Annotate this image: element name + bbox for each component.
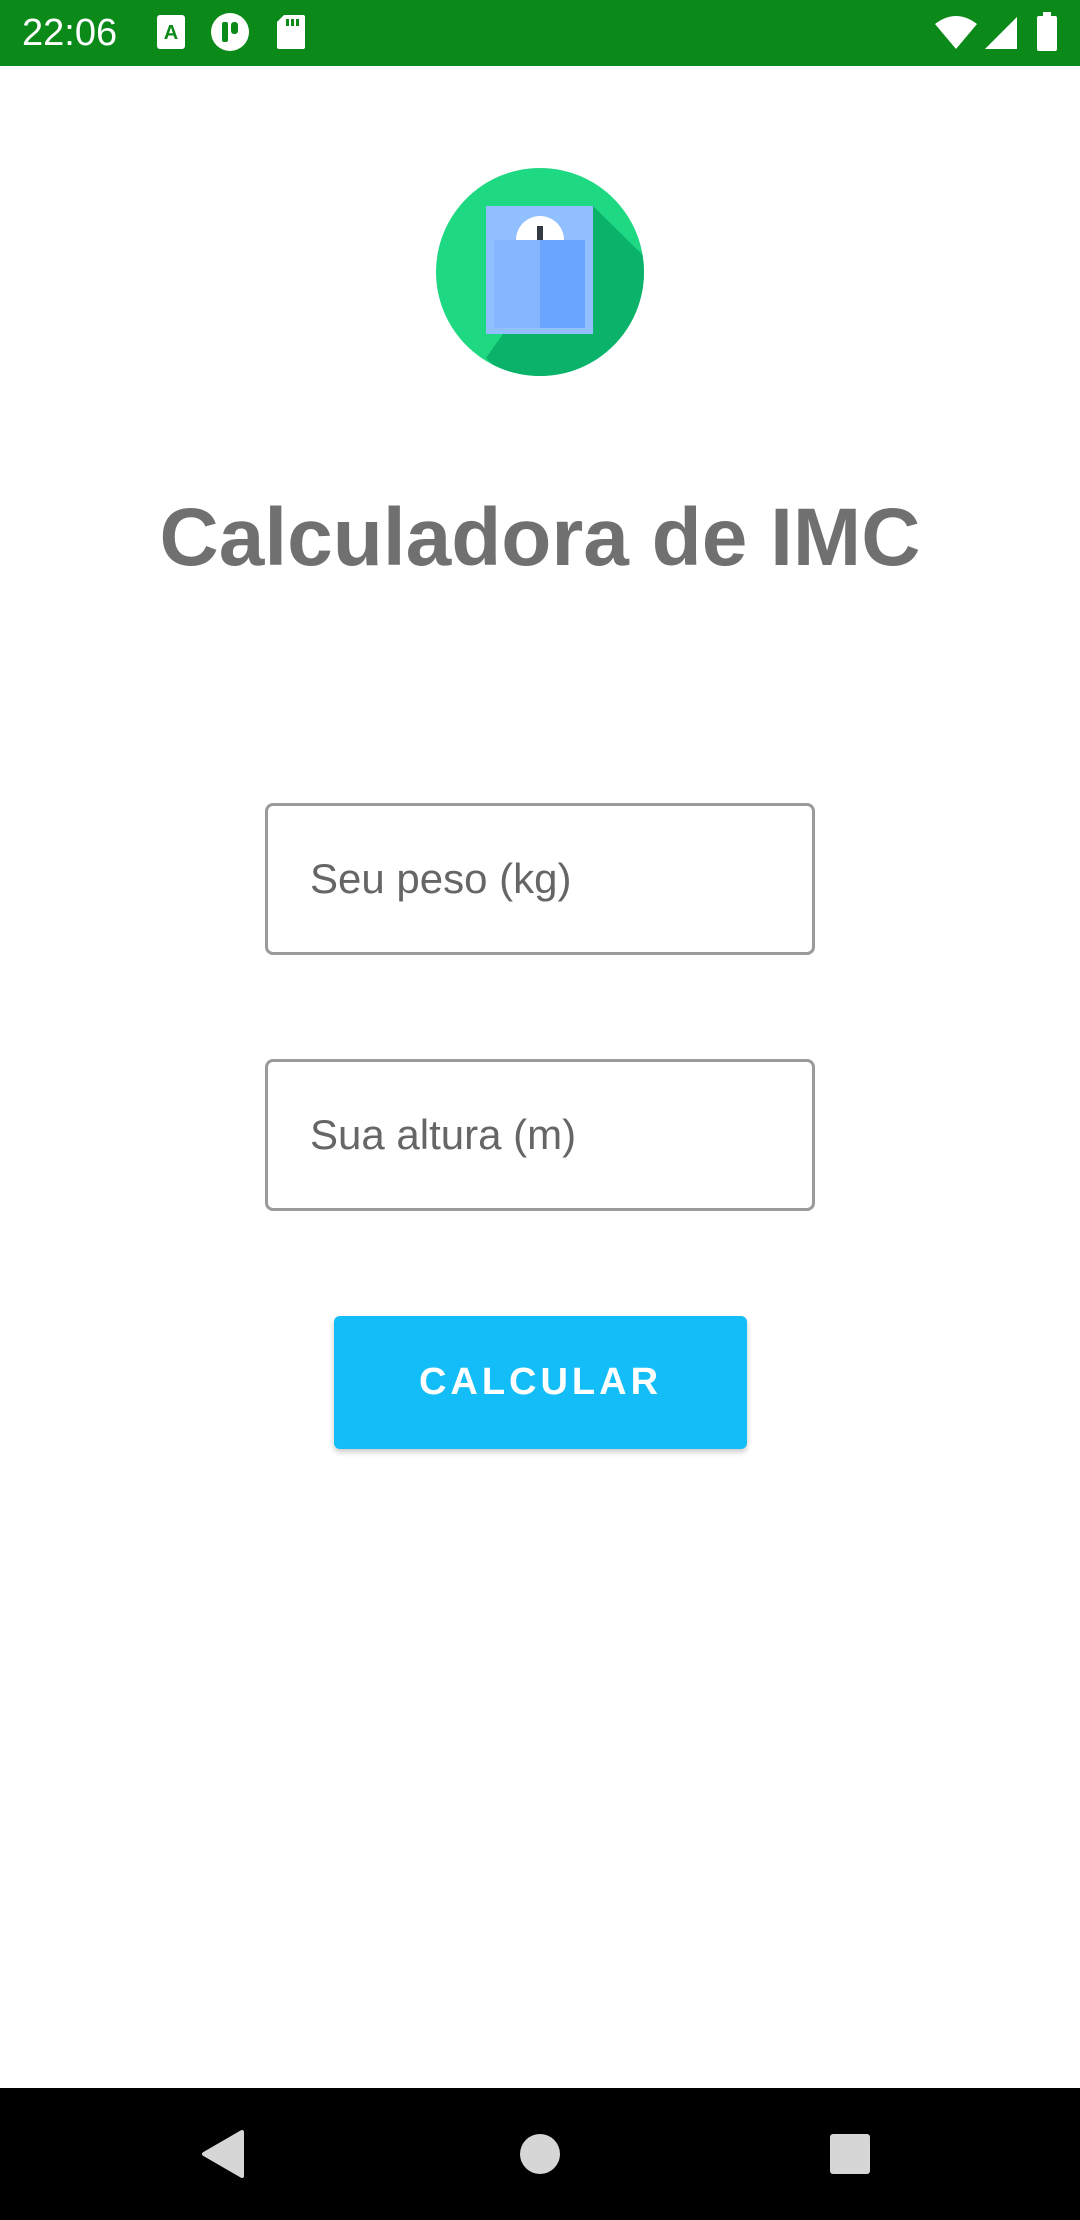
height-field[interactable]: [265, 1059, 815, 1211]
cell-signal-icon: [984, 16, 1018, 55]
height-input[interactable]: [268, 1062, 812, 1208]
app-a-icon: A: [156, 14, 186, 55]
battery-icon: [1036, 12, 1058, 57]
sd-card-icon: [276, 14, 306, 55]
weight-input[interactable]: [268, 806, 812, 952]
home-icon[interactable]: [502, 2116, 578, 2192]
status-time: 22:06: [22, 12, 118, 54]
status-bar: 22:06 A: [0, 0, 1080, 66]
recents-icon[interactable]: [812, 2116, 888, 2192]
svg-text:A: A: [164, 22, 178, 44]
page-title: Calculadora de IMC: [159, 492, 921, 583]
back-icon[interactable]: [188, 2116, 264, 2192]
scale-logo-icon: [436, 168, 644, 376]
notification-app-icon: [210, 12, 250, 57]
app-screen: 22:06 A Calculadora de IMC Seu peso (kg)…: [0, 0, 1080, 2220]
wifi-icon: [934, 16, 978, 55]
navigation-bar: [0, 2088, 1080, 2220]
weight-field[interactable]: [265, 803, 815, 955]
calculate-button[interactable]: CALCULAR: [334, 1316, 747, 1449]
